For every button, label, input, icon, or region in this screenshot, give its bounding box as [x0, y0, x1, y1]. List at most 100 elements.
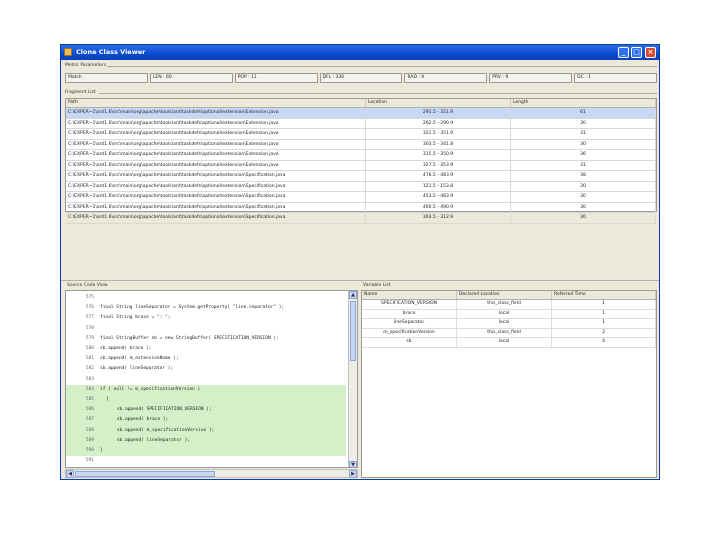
list-item[interactable]: sb local 4 — [362, 338, 656, 348]
fragment-group-rule — [99, 93, 657, 94]
app-icon — [64, 48, 72, 56]
code-line[interactable]: 580 sb.append( brace ); — [66, 344, 346, 354]
line-number: 577 — [85, 315, 94, 321]
code-line[interactable]: 583 — [66, 375, 346, 385]
metric-field-match: Match — [65, 73, 148, 83]
fragment-path-cell: C:\EXPER~1\ant1.6\src\main\org\apache\to… — [66, 213, 366, 223]
variable-name-cell: lineSeparator — [362, 319, 457, 328]
code-line[interactable]: 577 final String brace = ": "; — [66, 313, 346, 323]
minimize-button[interactable]: _ — [618, 47, 629, 58]
source-code-pane: 575 576 final String lineSeparator = Syste… — [65, 290, 358, 478]
line-number: 591 — [85, 458, 94, 464]
column-header-name[interactable]: Name — [362, 291, 457, 299]
code-line[interactable]: 582 sb.append( lineSeparator ); — [66, 364, 346, 374]
table-row[interactable]: C:\EXPER~1\ant1.6\src\main\org\apache\to… — [66, 213, 656, 224]
title-bar[interactable]: Clone Class Viewer _ □ × — [61, 45, 659, 60]
column-header-referred-time[interactable]: Referred Time — [552, 291, 656, 299]
column-header-path[interactable]: Path — [66, 99, 366, 107]
code-line[interactable]: 588 sb.append( m_specificationVersion ); — [66, 425, 346, 436]
table-row[interactable]: C:\EXPER~1\ant1.6\src\main\org\apache\to… — [66, 118, 656, 129]
code-line[interactable]: 576 final String lineSeparator = System.g… — [66, 303, 346, 313]
fragment-path-cell: C:\EXPER~1\ant1.6\src\main\org\apache\to… — [66, 202, 366, 212]
list-item[interactable]: lineSeparator local 1 — [362, 319, 656, 329]
source-code-view[interactable]: 575 576 final String lineSeparator = Syste… — [65, 290, 358, 468]
table-row[interactable]: C:\EXPER~1\ant1.6\src\main\org\apache\to… — [66, 139, 656, 150]
code-line[interactable]: 586 sb.append( SPECIFICATION_VERSION ); — [66, 405, 346, 416]
list-item[interactable]: brace local 1 — [362, 309, 656, 319]
variable-location-cell: local — [457, 338, 552, 347]
line-number: 585 — [85, 397, 94, 402]
code-line[interactable]: 584 if ( null != m_specificationVersion ) — [66, 384, 346, 395]
metric-field-prv: PRV : 9 — [489, 73, 573, 83]
table-row[interactable]: C:\EXPER~1\ant1.6\src\main\org\apache\to… — [66, 150, 656, 161]
line-number: 588 — [85, 427, 94, 433]
variable-table-header: Name Declared Location Referred Time — [362, 291, 656, 300]
line-number: 578 — [85, 325, 94, 331]
table-row[interactable]: C:\EXPER~1\ant1.6\src\main\org\apache\to… — [66, 129, 656, 140]
table-row[interactable]: C:\EXPER~1\ant1.6\src\main\org\apache\to… — [66, 171, 656, 182]
table-row[interactable]: C:\EXPER~1\ant1.6\src\main\org\apache\to… — [66, 202, 656, 213]
variable-time-cell: 1 — [552, 309, 656, 318]
code-line[interactable]: 579 final StringBuffer sb = new StringBuf… — [66, 334, 346, 344]
fragment-location-cell: 121.5 - 153.8 — [366, 181, 511, 191]
code-line[interactable]: 589 sb.append( lineSeparator ); — [66, 435, 346, 446]
scroll-up-button[interactable]: ▲ — [349, 291, 357, 299]
fragment-length-cell: 30 — [511, 202, 656, 212]
variable-time-cell: 1 — [552, 319, 656, 328]
fragment-table-header: Path Location Length — [66, 99, 656, 108]
fragment-path-cell: C:\EXPER~1\ant1.6\src\main\org\apache\to… — [66, 108, 366, 118]
source-horizontal-scrollbar[interactable]: ◀ ▶ — [65, 469, 358, 478]
fragment-length-cell: 30 — [511, 213, 656, 223]
code-text: { — [106, 397, 109, 402]
column-header-length[interactable]: Length — [511, 99, 656, 107]
scroll-left-button[interactable]: ◀ — [66, 470, 74, 478]
code-line[interactable]: 578 — [66, 324, 346, 334]
vertical-scroll-thumb[interactable] — [350, 301, 356, 361]
code-line[interactable]: 575 — [66, 293, 346, 303]
scroll-down-button[interactable]: ▼ — [349, 461, 357, 468]
metric-field-pop: POP : 11 — [234, 73, 318, 83]
metric-field-rad: RAD : 9 — [404, 73, 488, 83]
list-item[interactable]: m_specificationVersion this_class_field 2 — [362, 328, 656, 338]
chevron-down-icon: ▼ — [351, 462, 355, 468]
code-line[interactable]: 585 { — [66, 395, 346, 406]
chevron-up-icon: ▲ — [351, 292, 355, 298]
table-row[interactable]: C:\EXPER~1\ant1.6\src\main\org\apache\to… — [66, 160, 656, 171]
line-number: 579 — [85, 335, 94, 341]
variable-time-cell: 2 — [552, 328, 656, 337]
fragment-location-cell: 460.5 - 490.9 — [366, 202, 511, 212]
source-vertical-scrollbar[interactable]: ▲ ▼ — [348, 291, 357, 468]
column-header-declared-location[interactable]: Declared Location — [457, 291, 552, 299]
close-button[interactable]: × — [645, 47, 656, 58]
variable-time-cell: 4 — [552, 338, 656, 347]
table-row[interactable]: C:\EXPER~1\ant1.6\src\main\org\apache\to… — [66, 108, 656, 119]
fragment-path-cell: C:\EXPER~1\ant1.6\src\main\org\apache\to… — [66, 139, 366, 149]
list-item[interactable]: SPECIFICATION_VERSION this_class_field 1 — [362, 300, 656, 310]
code-line[interactable]: 581 sb.append( m_extensionName ); — [66, 354, 346, 364]
scroll-right-button[interactable]: ▶ — [349, 470, 357, 478]
code-text: sb.append( lineSeparator ); — [106, 437, 190, 443]
line-number: 581 — [85, 356, 94, 362]
line-number: 586 — [85, 407, 94, 413]
fragment-path-cell: C:\EXPER~1\ant1.6\src\main\org\apache\to… — [66, 192, 366, 202]
line-number: 583 — [85, 376, 94, 382]
metric-field-dfl: DFL : 330 — [319, 73, 403, 83]
variable-list-table: Name Declared Location Referred Time SPE… — [361, 290, 657, 478]
maximize-button[interactable]: □ — [631, 47, 642, 58]
maximize-icon: □ — [633, 48, 640, 56]
chevron-left-icon: ◀ — [68, 471, 72, 477]
code-text: if ( null != m_specificationVersion ) — [100, 386, 201, 392]
code-line[interactable]: 590} — [66, 446, 346, 457]
code-line[interactable]: 591 — [66, 456, 346, 466]
line-number: 590 — [85, 448, 94, 453]
code-line[interactable]: 587 sb.append( brace ); — [66, 415, 346, 426]
fragment-location-cell: 303.5 - 312.9 — [366, 213, 511, 223]
variable-location-cell: local — [457, 319, 552, 328]
horizontal-scroll-thumb[interactable] — [75, 471, 215, 477]
table-row[interactable]: C:\EXPER~1\ant1.6\src\main\org\apache\to… — [66, 181, 656, 192]
table-row[interactable]: C:\EXPER~1\ant1.6\src\main\org\apache\to… — [66, 192, 656, 203]
column-header-location[interactable]: Location — [366, 99, 511, 107]
fragment-table: Path Location Length C:\EXPER~1\ant1.6\s… — [65, 98, 657, 224]
split-pane-divider[interactable] — [61, 280, 659, 281]
fragment-length-cell: 30 — [511, 139, 656, 149]
